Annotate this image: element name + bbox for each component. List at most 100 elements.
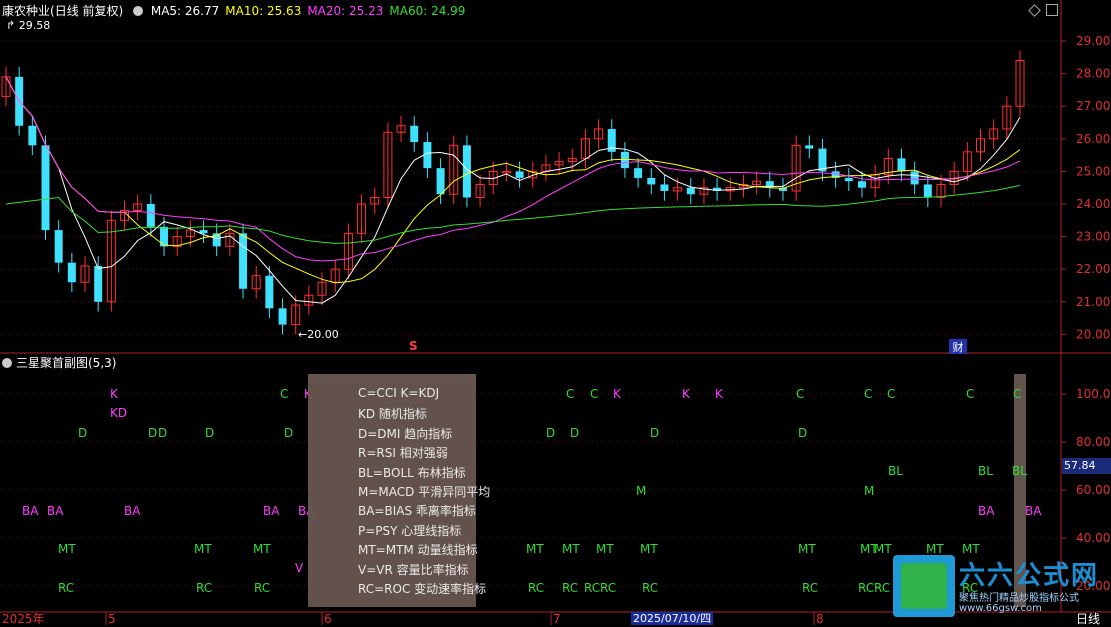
sub-panel-settings-icon[interactable] bbox=[2, 358, 12, 368]
candle-body bbox=[686, 187, 695, 195]
candle-body bbox=[857, 181, 866, 188]
signal-rc: RC bbox=[858, 581, 874, 595]
candle-body bbox=[146, 204, 155, 227]
legend-line: M=MACD 平滑异同平均 bbox=[358, 485, 491, 499]
signal-m: M bbox=[864, 484, 874, 498]
signal-mt: MT bbox=[526, 542, 544, 556]
signal-rc: RC bbox=[600, 581, 616, 595]
signal-c: C bbox=[966, 387, 974, 401]
signal-ba: BA bbox=[124, 504, 141, 518]
axes: 29.00 28.00 27.00 26.00 25.00 24.00 23.00 22.00… bbox=[2, 34, 1110, 625]
signal-k: K bbox=[110, 387, 119, 401]
chart-canvas[interactable]: 29.00 28.00 27.00 26.00 25.00 24.00 23.00 22.00… bbox=[0, 0, 1111, 625]
candle-body bbox=[923, 184, 932, 198]
signal-d: D bbox=[570, 426, 579, 440]
signal-mt: MT bbox=[58, 542, 76, 556]
signal-mt: MT bbox=[874, 542, 892, 556]
candle-body bbox=[436, 168, 445, 195]
price-header: 康农种业(日线 前复权) MA5: 26.77 MA10: 25.63 MA20: … bbox=[2, 2, 471, 20]
signal-k: K bbox=[715, 387, 724, 401]
candle-body bbox=[41, 145, 50, 231]
signal-ba: BA bbox=[263, 504, 280, 518]
signal-kd: KD bbox=[110, 406, 127, 420]
candle-body bbox=[265, 275, 274, 309]
sub-tick-label: 100.0 bbox=[1076, 387, 1110, 401]
logo-title: 六六公式网 bbox=[959, 561, 1100, 591]
legend-line: KD 随机指标 bbox=[358, 407, 427, 422]
signal-bl: BL bbox=[978, 464, 993, 478]
period-tab[interactable]: 日线 bbox=[1076, 610, 1100, 627]
sub-tick-label: 60.00 bbox=[1076, 483, 1110, 497]
candle-body bbox=[634, 168, 643, 178]
logo-url: www.66gsw.com bbox=[959, 603, 1042, 614]
price-tick-label: 29.00 bbox=[1076, 34, 1110, 48]
sub-panel-title: 三星聚首副图(5,3) bbox=[16, 356, 117, 370]
signal-ba: BA bbox=[978, 504, 995, 518]
month-label: 5 bbox=[108, 612, 116, 625]
price-tick-label: 21.00 bbox=[1076, 295, 1110, 309]
settings-icon[interactable] bbox=[133, 6, 144, 16]
ma-label-0: MA5: 26.77 bbox=[150, 4, 220, 18]
candle-body bbox=[239, 233, 248, 289]
legend-line: R=RSI 相对强弱 bbox=[358, 446, 448, 461]
signal-bl: BL bbox=[888, 464, 903, 478]
legend-line: BA=BIAS 乖离率指标 bbox=[358, 504, 476, 519]
price-tick-label: 26.00 bbox=[1076, 132, 1110, 146]
signal-mt: MT bbox=[640, 542, 658, 556]
signal-ba: BA bbox=[1025, 504, 1042, 518]
signal-c: C bbox=[566, 387, 574, 401]
s-marker[interactable]: S bbox=[409, 339, 418, 353]
signal-rc: RC bbox=[802, 581, 818, 595]
signal-ba: BA bbox=[22, 504, 39, 518]
price-tick-label: 24.00 bbox=[1076, 197, 1110, 211]
signal-k: K bbox=[613, 387, 622, 401]
candle-body bbox=[410, 125, 419, 143]
candlesticks bbox=[1, 50, 1025, 335]
signal-d: D bbox=[650, 426, 659, 440]
signal-c: C bbox=[280, 387, 288, 401]
signal-mt: MT bbox=[194, 542, 212, 556]
sub-tick-label: 80.00 bbox=[1076, 435, 1110, 449]
grid-lines bbox=[0, 0, 1111, 613]
signal-d: D bbox=[798, 426, 807, 440]
signal-mt: MT bbox=[253, 542, 271, 556]
signal-d: D bbox=[148, 426, 157, 440]
signal-v: V bbox=[295, 561, 304, 575]
ma-label-2: MA20: 25.23 bbox=[307, 4, 384, 18]
finance-marker[interactable]: 财 bbox=[949, 339, 967, 354]
signal-d: D bbox=[78, 426, 87, 440]
current-value-tag: 57.84 bbox=[1062, 458, 1111, 474]
signal-k: K bbox=[682, 387, 691, 401]
price-tick-label: 22.00 bbox=[1076, 262, 1110, 276]
legend-line: MT=MTM 动量线指标 bbox=[358, 543, 478, 558]
high-price-marker: ↱ 29.58 bbox=[6, 19, 51, 32]
signal-c: C bbox=[1013, 387, 1021, 401]
candle-body bbox=[647, 177, 656, 185]
month-label: 6 bbox=[324, 612, 332, 625]
legend-line: D=DMI 趋向指标 bbox=[358, 426, 453, 441]
legend-line: V=VR 容量比率指标 bbox=[358, 562, 469, 577]
candle-body bbox=[67, 262, 76, 283]
arrow-icon: ↱ bbox=[6, 19, 16, 32]
arrow-icon: ← bbox=[298, 328, 308, 341]
candle-body bbox=[660, 184, 669, 191]
signal-mt: MT bbox=[596, 542, 614, 556]
legend-line: C=CCI K=KDJ bbox=[358, 386, 440, 400]
price-tick-label: 28.00 bbox=[1076, 67, 1110, 81]
signal-c: C bbox=[796, 387, 804, 401]
signal-rc: RC bbox=[562, 581, 578, 595]
stock-name: 康农种业 bbox=[2, 4, 51, 18]
signal-rc: RC bbox=[254, 581, 270, 595]
candle-body bbox=[28, 125, 37, 146]
signal-rc: RC bbox=[528, 581, 544, 595]
signal-mt: MT bbox=[562, 542, 580, 556]
price-tick-label: 23.00 bbox=[1076, 230, 1110, 244]
signal-d: D bbox=[546, 426, 555, 440]
signal-c: C bbox=[887, 387, 895, 401]
candle-body bbox=[897, 158, 906, 172]
ma-label-1: MA10: 25.63 bbox=[225, 4, 302, 18]
candle-body bbox=[54, 230, 63, 263]
period-label: (日线 前复权) bbox=[50, 4, 124, 18]
signal-d: D bbox=[284, 426, 293, 440]
expand-icon[interactable] bbox=[1046, 4, 1058, 16]
